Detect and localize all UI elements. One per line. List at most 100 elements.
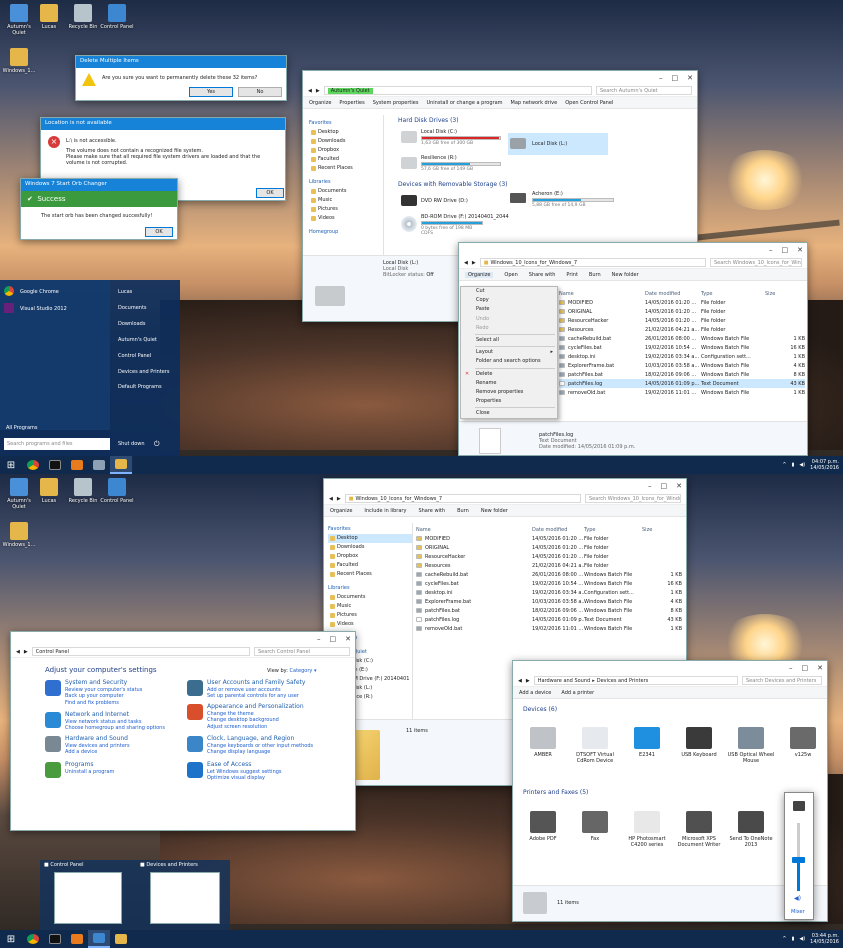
category-link[interactable]: Choose homegroup and sharing options <box>65 725 165 732</box>
drive-d[interactable]: DVD RW Drive (D:) <box>401 193 501 209</box>
table-row[interactable]: cacheRebuild.bat 26/01/2016 08:00 ... Wind… <box>416 570 686 579</box>
nav-item[interactable]: Recent Places <box>309 164 383 173</box>
menu-item-layout[interactable]: Layout ▸ <box>461 348 557 357</box>
category-link[interactable]: Change display language <box>207 749 313 756</box>
nav-item[interactable]: Downloads <box>309 137 383 146</box>
menu-item-folder-and-search-options[interactable]: Folder and search options <box>461 357 557 366</box>
speaker-icon[interactable]: ◀) <box>794 895 801 902</box>
start-button[interactable]: ⊞ <box>0 930 22 948</box>
category-link[interactable]: Add a device <box>65 749 130 756</box>
toolbar-print[interactable]: Print <box>566 272 578 278</box>
nav-item[interactable]: Desktop <box>309 128 383 137</box>
nav-item[interactable]: Videos <box>309 214 383 223</box>
category-icon[interactable] <box>45 736 61 752</box>
device-item[interactable]: E2341 <box>621 717 673 758</box>
table-row[interactable]: cycleFiles.bat 19/02/2016 10:54 ... Window… <box>416 579 686 588</box>
table-row[interactable]: ExplorerFrame.bat 10/03/2016 03:58 a... Wi… <box>416 597 686 606</box>
back-icon[interactable]: ◀ <box>464 260 468 266</box>
toolbar-burn[interactable]: Burn <box>589 272 601 278</box>
speaker-icon[interactable]: ◀) <box>799 936 805 942</box>
table-row[interactable]: ResourceHacker 14/05/2016 01:20 ... File f… <box>559 316 805 325</box>
nav-favorites[interactable]: Favorites <box>309 119 383 128</box>
chevron-up-icon[interactable]: ^ <box>782 462 786 468</box>
taskbar-chrome[interactable] <box>22 456 44 474</box>
back-icon[interactable]: ◀ <box>308 88 312 94</box>
device-item[interactable]: v125w <box>777 717 829 758</box>
maximize-icon[interactable]: □ <box>782 246 789 254</box>
desktop-icon-control-panel[interactable]: Control Panel <box>98 4 136 30</box>
start-pinned-visual-studio[interactable]: Visual Studio 2012 <box>20 306 67 312</box>
drive-r[interactable]: Resilience (R:) 57,6 GB free of 149 GB <box>401 155 501 172</box>
menu-item-rename[interactable]: Rename <box>461 379 557 388</box>
forward-icon[interactable]: ▶ <box>316 88 320 94</box>
maximize-icon[interactable]: □ <box>802 664 809 672</box>
start-right-devices[interactable]: Devices and Printers <box>118 369 170 375</box>
toolbar-share[interactable]: Share with <box>529 272 556 278</box>
back-icon[interactable]: ◀ <box>16 649 20 655</box>
taskbar-chrome[interactable] <box>22 930 44 948</box>
nav-item[interactable]: Dropbox <box>309 146 383 155</box>
toolbar-new-folder[interactable]: New folder <box>612 272 639 278</box>
location-ok-button[interactable]: OK <box>256 188 284 198</box>
device-item[interactable]: DTSOFT Virtual CdRom Device <box>569 717 621 764</box>
toolbar-share[interactable]: Share with <box>418 508 445 514</box>
menu-item-copy[interactable]: Copy <box>461 296 557 305</box>
taskbar-media[interactable] <box>66 456 88 474</box>
maximize-icon[interactable]: □ <box>330 635 337 643</box>
minimize-icon[interactable]: – <box>648 482 652 490</box>
desktop-icon-user[interactable]: Lucas <box>30 478 68 504</box>
toolbar-properties[interactable]: Properties <box>339 100 364 106</box>
volume-slider-thumb[interactable] <box>792 857 805 864</box>
desktop-icon-folder[interactable]: Windows_1... <box>0 522 38 548</box>
toolbar-organize[interactable]: Organize <box>465 271 494 278</box>
category-link[interactable]: Set up parental controls for any user <box>207 693 305 700</box>
drive-c[interactable]: Local Disk (C:) 1,63 GB free of 300 GB <box>401 129 501 146</box>
nav-item[interactable]: Desktop <box>328 534 412 543</box>
table-row[interactable]: patchFiles.log 14/05/2016 01:09 p... Text … <box>416 615 686 624</box>
add-printer-button[interactable]: Add a printer <box>561 690 594 696</box>
category-title[interactable]: Appearance and Personalization <box>207 703 304 711</box>
table-row[interactable]: desktop.ini 19/02/2016 03:34 a... Configur… <box>416 588 686 597</box>
toolbar-map-drive[interactable]: Map network drive <box>511 100 558 106</box>
nav-favorites[interactable]: Favorites <box>328 525 412 534</box>
device-item[interactable]: HP Photosmart C4200 series <box>621 801 673 848</box>
category-icon[interactable] <box>187 680 203 696</box>
forward-icon[interactable]: ▶ <box>24 649 28 655</box>
table-row[interactable]: ResourceHacker 14/05/2016 01:20 ... File f… <box>416 552 686 561</box>
minimize-icon[interactable]: – <box>769 246 773 254</box>
menu-item-remove-properties[interactable]: Remove properties <box>461 388 557 397</box>
no-button[interactable]: No <box>238 87 282 97</box>
device-item[interactable]: USB Optical Wheel Mouse <box>725 717 777 764</box>
toolbar-organize[interactable]: Organize <box>309 100 331 106</box>
category-link[interactable]: Find and fix problems <box>65 700 142 707</box>
add-device-button[interactable]: Add a device <box>519 690 551 696</box>
nav-item[interactable]: Recent Places <box>328 570 412 579</box>
address-bar[interactable]: ■ Windows_10_Icons_for_Windows_7 <box>479 258 706 267</box>
table-row[interactable]: Resources 21/02/2016 04:21 a... File folde… <box>559 325 805 334</box>
search-input[interactable]: Search Autumn's Quiet <box>596 86 692 95</box>
device-item[interactable]: AMBER <box>517 717 569 758</box>
table-row[interactable]: removeOld.bat 19/02/2016 11:01 ... Windows… <box>559 388 805 397</box>
nav-libraries[interactable]: Libraries <box>328 584 412 593</box>
taskbar-tool[interactable] <box>88 456 110 474</box>
power-icon[interactable]: ⏻ <box>154 440 160 449</box>
back-icon[interactable]: ◀ <box>329 496 333 502</box>
toolbar-uninstall[interactable]: Uninstall or change a program <box>426 100 502 106</box>
start-pinned-chrome[interactable]: Google Chrome <box>20 289 59 295</box>
table-row[interactable]: ExplorerFrame.bat 10/03/2016 03:58 a... Wi… <box>559 361 805 370</box>
yes-button[interactable]: Yes <box>189 87 233 97</box>
category-title[interactable]: User Accounts and Family Safety <box>207 679 305 687</box>
toolbar-open-cp[interactable]: Open Control Panel <box>565 100 613 106</box>
start-right-user[interactable]: Lucas <box>118 289 132 295</box>
minimize-icon[interactable]: – <box>789 664 793 672</box>
table-row[interactable]: cycleFiles.bat 19/02/2016 10:54 ... Window… <box>559 343 805 352</box>
drive-e[interactable]: Acheron (E:) 5,88 GB free of 14,9 GB <box>508 191 618 208</box>
search-input[interactable]: Search Devices and Printers <box>742 676 822 685</box>
menu-item-cut[interactable]: Cut <box>461 287 557 296</box>
desktop-icon-control-panel[interactable]: Control Panel <box>98 478 136 504</box>
nav-item[interactable]: Pictures <box>309 205 383 214</box>
table-row[interactable]: desktop.ini 19/02/2016 03:34 a... Configur… <box>559 352 805 361</box>
maximize-icon[interactable]: □ <box>661 482 668 490</box>
back-icon[interactable]: ◀ <box>518 678 522 684</box>
close-icon[interactable]: ✕ <box>676 482 682 490</box>
